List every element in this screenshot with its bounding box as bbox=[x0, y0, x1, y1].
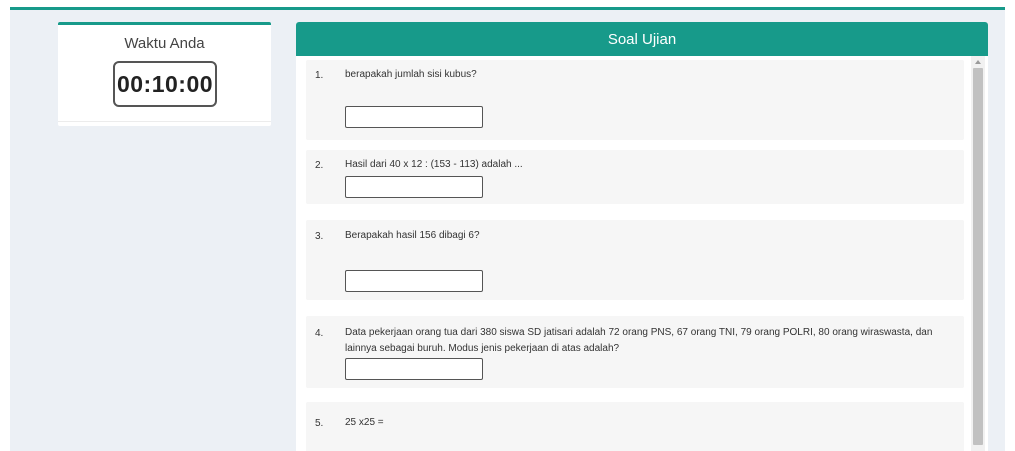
timer-title: Waktu Anda bbox=[124, 35, 205, 52]
question-number: 4. bbox=[315, 328, 324, 339]
question-item-2: 2. Hasil dari 40 x 12 : (153 - 113) adal… bbox=[306, 150, 964, 204]
question-text: Hasil dari 40 x 12 : (153 - 113) adalah … bbox=[345, 159, 523, 170]
question-item-1: 1. berapakah jumlah sisi kubus? bbox=[306, 60, 964, 140]
question-number: 3. bbox=[315, 231, 324, 242]
question-item-3: 3. Berapakah hasil 156 dibagi 6? bbox=[306, 220, 964, 300]
exam-header: Soal Ujian bbox=[296, 22, 988, 56]
question-text: Berapakah hasil 156 dibagi 6? bbox=[345, 230, 480, 241]
answer-input-4[interactable] bbox=[345, 358, 483, 380]
answer-input-3[interactable] bbox=[345, 270, 483, 292]
question-text: Data pekerjaan orang tua dari 380 siswa … bbox=[345, 327, 933, 354]
scrollbar-thumb[interactable] bbox=[973, 68, 983, 445]
answer-input-1[interactable] bbox=[345, 106, 483, 128]
exam-title: Soal Ujian bbox=[607, 30, 677, 48]
question-item-5: 5. 25 x25 = bbox=[306, 402, 964, 451]
question-list[interactable]: 1. berapakah jumlah sisi kubus? 2. Hasil… bbox=[296, 56, 988, 451]
timer-divider bbox=[58, 121, 271, 122]
exam-panel: Soal Ujian 1. berapakah jumlah sisi kubu… bbox=[296, 22, 988, 451]
timer-panel: Waktu Anda 00:10:00 bbox=[58, 22, 271, 126]
vertical-scrollbar[interactable] bbox=[971, 56, 985, 451]
countdown-timer: 00:10:00 bbox=[113, 61, 217, 107]
question-text: 25 x25 = bbox=[345, 417, 384, 428]
question-number: 5. bbox=[315, 418, 324, 429]
question-number: 2. bbox=[315, 160, 324, 171]
question-number: 1. bbox=[315, 70, 324, 81]
question-text: berapakah jumlah sisi kubus? bbox=[345, 69, 477, 80]
question-item-4: 4. Data pekerjaan orang tua dari 380 sis… bbox=[306, 316, 964, 388]
scroll-up-icon[interactable] bbox=[971, 57, 985, 67]
page-content: Waktu Anda 00:10:00 Soal Ujian 1. berapa… bbox=[10, 10, 1005, 451]
answer-input-2[interactable] bbox=[345, 176, 483, 198]
